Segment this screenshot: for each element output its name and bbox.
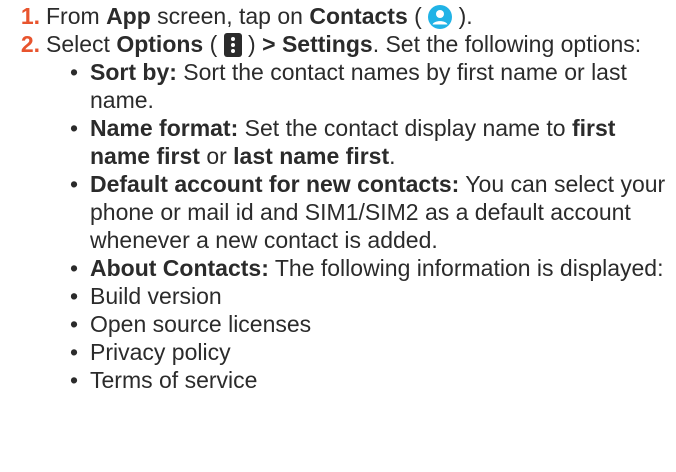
step-text: (	[203, 31, 224, 57]
options-label: Options	[116, 31, 204, 57]
step-text: screen, tap on	[150, 3, 310, 29]
option-label: Name format:	[90, 115, 239, 141]
step-text: (	[407, 3, 429, 29]
option-sort-by: Sort by: Sort the contact names by first…	[68, 58, 676, 114]
step-text: )	[241, 31, 263, 57]
option-desc: .	[389, 143, 396, 169]
list-item: Open source licenses	[68, 310, 676, 338]
list-item: Build version	[68, 282, 676, 310]
instructions: 1 From App screen, tap on Contacts ( ) . …	[0, 0, 676, 472]
step-text: . Set the following options:	[372, 31, 642, 57]
app-label: App	[106, 3, 151, 29]
option-label: About Contacts:	[90, 255, 269, 281]
settings-label: > Settings	[262, 31, 373, 57]
step-text: Select	[46, 31, 117, 57]
step-text: ).	[452, 3, 473, 29]
option-desc: The following information is displayed:	[268, 255, 664, 281]
option-desc: Set the contact display name to	[238, 115, 572, 141]
options-menu-icon	[223, 33, 242, 57]
list-item: Privacy policy	[68, 338, 676, 366]
step-2: 2 Select Options ( ) > Settings. Set the…	[6, 30, 676, 58]
option-name-format: Name format: Set the contact display nam…	[68, 114, 676, 170]
option-default-account: Default account for new contacts: You ca…	[68, 170, 676, 254]
step-text: From	[46, 3, 107, 29]
step-number: 2	[6, 30, 40, 58]
contacts-icon	[428, 5, 453, 29]
option-desc: or	[199, 143, 234, 169]
contacts-label: Contacts	[309, 3, 408, 29]
option-label: Default account for new contacts:	[90, 171, 460, 197]
step-1: 1 From App screen, tap on Contacts ( ).	[6, 2, 676, 30]
option-about-contacts: About Contacts: The following informatio…	[68, 254, 676, 282]
option-label: Sort by:	[90, 59, 177, 85]
last-name-first: last name first	[233, 143, 390, 169]
about-list: Build version Open source licenses Priva…	[68, 282, 676, 394]
list-item: Terms of service	[68, 366, 676, 394]
step-number: 1	[6, 2, 40, 30]
